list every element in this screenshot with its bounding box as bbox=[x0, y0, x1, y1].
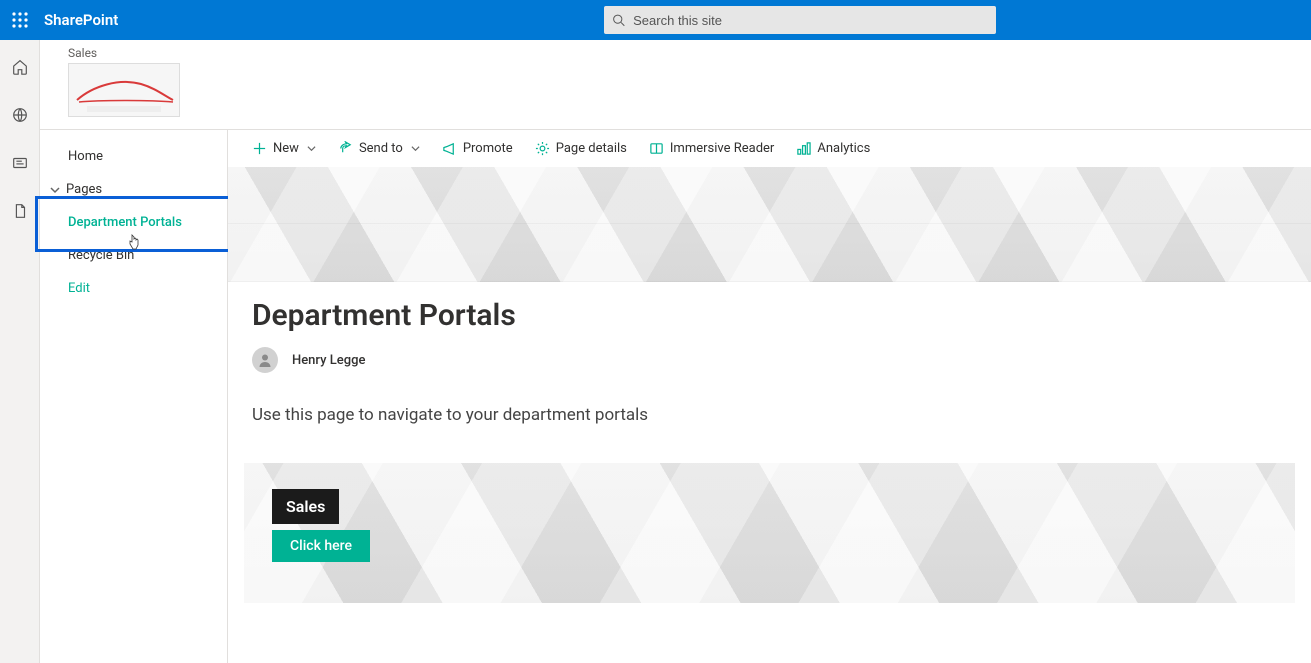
gear-icon bbox=[535, 141, 550, 156]
nav-pages-label: Pages bbox=[66, 182, 102, 197]
cmd-analytics-label: Analytics bbox=[817, 141, 870, 156]
site-header: Sales bbox=[40, 40, 1311, 130]
cmd-new[interactable]: New bbox=[244, 137, 324, 160]
cmd-promote[interactable]: Promote bbox=[434, 137, 521, 160]
suite-bar: SharePoint bbox=[0, 0, 1311, 40]
link-card-button[interactable]: Click here bbox=[272, 530, 370, 562]
link-card-title: Sales bbox=[272, 489, 339, 524]
app-rail-files[interactable] bbox=[0, 198, 40, 224]
link-card-sales[interactable]: Sales Click here bbox=[272, 489, 370, 562]
author-avatar[interactable] bbox=[252, 347, 278, 373]
search-icon bbox=[612, 13, 625, 27]
waffle-icon bbox=[12, 12, 28, 28]
home-icon bbox=[11, 58, 29, 76]
author-row: Henry Legge bbox=[252, 347, 1287, 373]
nav-recycle-bin[interactable]: Recycle Bin bbox=[40, 239, 227, 272]
megaphone-icon bbox=[442, 141, 457, 156]
share-icon bbox=[338, 141, 353, 156]
cmd-send-to[interactable]: Send to bbox=[330, 137, 428, 160]
file-icon bbox=[11, 202, 29, 220]
news-icon bbox=[11, 154, 29, 172]
command-bar: New Send to Promote Page details bbox=[228, 130, 1311, 167]
hero-links-region: Sales Click here bbox=[244, 463, 1295, 603]
cmd-page-details-label: Page details bbox=[556, 141, 627, 156]
cmd-analytics[interactable]: Analytics bbox=[788, 137, 878, 160]
app-rail-news[interactable] bbox=[0, 150, 40, 176]
search-input[interactable] bbox=[631, 12, 988, 29]
cmd-new-label: New bbox=[273, 141, 299, 156]
nav-department-portals[interactable]: Department Portals bbox=[40, 206, 227, 239]
chevron-down-icon bbox=[50, 185, 60, 195]
site-logo[interactable] bbox=[68, 63, 180, 117]
site-breadcrumb[interactable]: Sales bbox=[68, 46, 1311, 60]
nav-pages[interactable]: Pages bbox=[40, 173, 227, 206]
page-hero bbox=[228, 167, 1311, 282]
cmd-immersive-reader-label: Immersive Reader bbox=[670, 141, 774, 156]
cmd-immersive-reader[interactable]: Immersive Reader bbox=[641, 137, 782, 160]
plus-icon bbox=[252, 141, 267, 156]
page-header: Department Portals Henry Legge bbox=[228, 282, 1311, 381]
app-rail-home[interactable] bbox=[0, 54, 40, 80]
search-box[interactable] bbox=[604, 6, 996, 34]
nav-home[interactable]: Home bbox=[40, 140, 227, 173]
globe-icon bbox=[11, 106, 29, 124]
app-name[interactable]: SharePoint bbox=[44, 11, 118, 29]
nav-edit[interactable]: Edit bbox=[40, 272, 227, 305]
page-title: Department Portals bbox=[252, 298, 1287, 333]
analytics-icon bbox=[796, 141, 811, 156]
page-canvas: New Send to Promote Page details bbox=[228, 130, 1311, 663]
cmd-send-to-label: Send to bbox=[359, 141, 403, 156]
car-logo-icon bbox=[69, 64, 179, 116]
cmd-promote-label: Promote bbox=[463, 141, 513, 156]
chevron-down-icon bbox=[307, 144, 316, 153]
page-intro: Use this page to navigate to your depart… bbox=[228, 381, 1311, 433]
app-rail-sites[interactable] bbox=[0, 102, 40, 128]
cmd-page-details[interactable]: Page details bbox=[527, 137, 635, 160]
person-icon bbox=[257, 352, 273, 368]
author-name[interactable]: Henry Legge bbox=[292, 353, 365, 368]
app-rail bbox=[0, 40, 40, 663]
reader-icon bbox=[649, 141, 664, 156]
chevron-down-icon bbox=[411, 144, 420, 153]
app-launcher-button[interactable] bbox=[0, 0, 40, 40]
site-nav: Home Pages Department Portals Recycle Bi… bbox=[40, 130, 228, 663]
